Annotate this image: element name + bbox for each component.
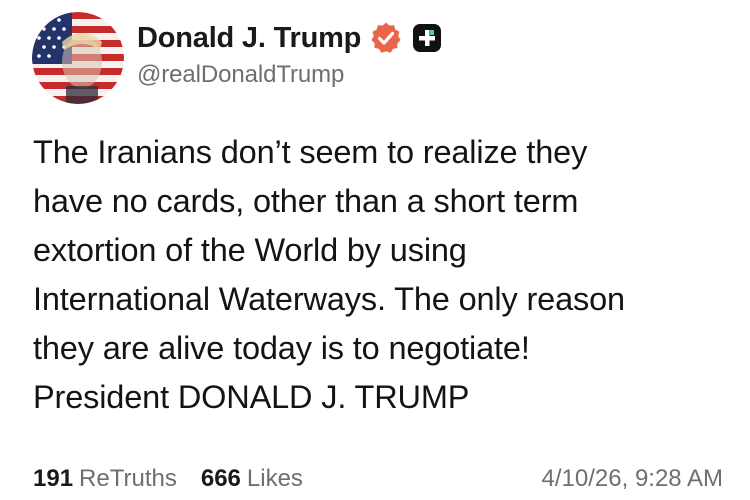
post-line: they are alive today is to negotiate! <box>33 330 530 366</box>
plus-badge-icon <box>412 23 442 53</box>
post-line: The Iranians don’t seem to realize they <box>33 134 588 170</box>
likes-count: 666 <box>200 465 241 492</box>
flag-portrait-avatar-icon <box>32 12 124 104</box>
post-header: Donald J. Trump @realDonaldTrump <box>137 16 697 96</box>
post-line: International Waterways. The only reason <box>33 281 625 317</box>
post-card: Donald J. Trump @realDonaldTrump The Ira… <box>0 0 750 500</box>
avatar[interactable] <box>32 12 124 104</box>
retruths-count: 191 <box>33 465 74 492</box>
post-line: President DONALD J. TRUMP <box>33 379 470 415</box>
name-row: Donald J. Trump <box>137 16 697 60</box>
author-handle[interactable]: @realDonaldTrump <box>137 61 697 89</box>
likes-stat[interactable]: 666 Likes <box>201 465 303 493</box>
post-line: extortion of the World by using <box>33 232 467 268</box>
post-timestamp: 4/10/26, 9:28 AM <box>541 465 723 492</box>
likes-label: Likes <box>246 465 303 492</box>
display-name[interactable]: Donald J. Trump <box>137 22 361 55</box>
verified-badge-icon <box>369 21 403 55</box>
retruths-label: ReTruths <box>79 465 177 492</box>
post-line: have no cards, other than a short term <box>33 183 579 219</box>
retruths-stat[interactable]: 191 ReTruths <box>33 465 177 493</box>
post-body: The Iranians don’t seem to realize they … <box>33 128 723 422</box>
post-footer: 191 ReTruths 666 Likes 4/10/26, 9:28 AM <box>33 461 723 497</box>
